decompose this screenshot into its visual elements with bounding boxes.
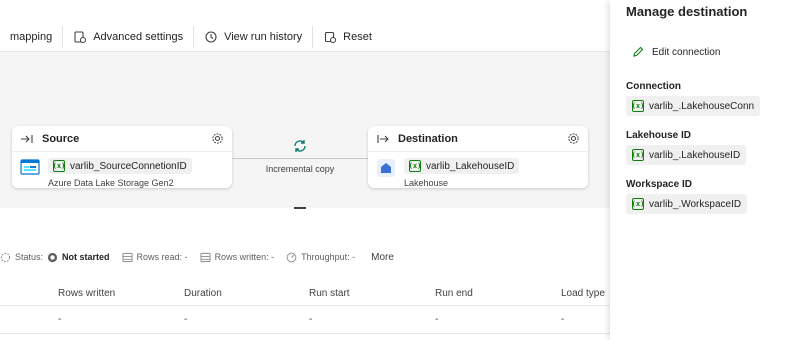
status-value: Not started [62,252,110,262]
workspace-id-value: varlib_.WorkspaceID [649,198,742,210]
variable-icon: (x) [631,100,645,112]
destination-variable-chip[interactable]: (x) varlib_LakehouseID [404,158,520,174]
view-run-history-button[interactable]: View run history [194,22,312,52]
not-started-icon [47,252,58,262]
destination-card-body: (x) varlib_LakehouseID Lakehouse [368,152,588,194]
reset-label: Reset [343,30,372,43]
workspace-id-field[interactable]: (x) varlib_.WorkspaceID [626,194,748,214]
destination-card[interactable]: Destination (x) varlib_LakehouseID Lakeh… [368,126,588,188]
view-run-history-label: View run history [224,30,303,43]
destination-title: Destination [398,132,458,145]
pencil-icon [633,46,644,57]
settings-sliders-icon [74,30,87,43]
copy-connector-line [232,158,368,159]
variable-icon: (x) [631,149,645,161]
panel-title: Manage destination [626,4,748,19]
destination-arrow-icon [377,134,389,143]
source-arrow-icon [21,134,33,143]
lakehouse-id-value: varlib_.LakehouseID [649,149,741,161]
rows-written-label: Rows written: - [214,252,275,262]
column-header[interactable]: Load type [561,288,605,299]
rows-read-label: Rows read: - [136,252,188,262]
lakehouse-icon [377,159,395,177]
column-header[interactable]: Run start [309,288,350,299]
connection-field[interactable]: (x) varlib_.LakehouseConn [626,96,761,116]
rows-read-item: Rows read: - [121,252,194,263]
throughput-label: Throughput: - [301,252,356,262]
table-icon [121,252,133,262]
table-cell: - [58,314,62,325]
source-card-header: Source [12,126,232,152]
table-icon [200,252,211,262]
destination-variable-label: varlib_LakehouseID [426,160,515,172]
source-details: (x) varlib_SourceConnetionID Azure Data … [48,158,192,188]
edit-connection-label: Edit connection [652,46,721,58]
column-header[interactable]: Rows written [58,288,115,299]
rows-written-item: Rows written: - [200,252,281,263]
reset-icon [325,31,337,43]
table-cell: - [435,314,439,325]
advanced-settings-button[interactable]: Advanced settings [63,22,193,52]
edit-connection-button[interactable]: Edit connection [632,46,720,58]
source-card[interactable]: Source (x) varlib_SourceConnetionID Azur… [12,126,232,188]
column-header[interactable]: Run end [435,288,473,299]
source-card-body: (x) varlib_SourceConnetionID Azure Data … [12,152,232,194]
mapping-label: mapping [10,30,53,43]
source-type-label: Azure Data Lake Storage Gen2 [48,178,174,188]
status-ring-icon [0,252,11,262]
gear-icon[interactable] [567,132,580,145]
source-variable-label: varlib_SourceConnetionID [70,160,187,172]
mapping-tab[interactable]: mapping [0,22,62,52]
destination-details: (x) varlib_LakehouseID Lakehouse [404,158,520,188]
table-row: - - - - - [0,306,610,334]
destination-card-header: Destination [368,126,588,152]
connection-label: Connection [626,81,681,92]
gauge-icon [286,252,297,262]
advanced-settings-label: Advanced settings [93,30,184,43]
column-header[interactable]: Duration [184,288,222,299]
table-cell: - [184,314,188,325]
table-cell: - [561,314,565,325]
variable-icon: (x) [631,198,645,210]
variable-icon: (x) [52,160,66,172]
copy-mode-label: Incremental copy [265,164,335,174]
run-table-header: Rows written Duration Run start Run end … [0,280,610,306]
history-icon [205,30,217,43]
workspace-id-label: Workspace ID [626,179,692,190]
destination-type-label: Lakehouse [404,178,449,188]
source-variable-chip[interactable]: (x) varlib_SourceConnetionID [48,158,192,174]
gear-icon[interactable] [211,132,224,145]
table-cell: - [309,314,313,325]
panel-resize-handle[interactable] [294,207,306,209]
lakehouse-id-label: Lakehouse ID [626,130,692,141]
toolbar: mapping Advanced settings View run histo… [0,22,610,52]
pipeline-editor: mapping Advanced settings View run histo… [0,0,610,340]
source-title: Source [42,132,80,145]
lakehouse-id-field[interactable]: (x) varlib_.LakehouseID [626,145,747,165]
adls-storage-icon [20,159,40,175]
manage-destination-panel: Manage destination Edit connection Conne… [610,0,800,340]
connection-value: varlib_.LakehouseConn [649,100,755,112]
sync-icon[interactable] [292,138,308,154]
more-button[interactable]: More [371,252,394,263]
status-item: Status: Not started [0,252,116,263]
reset-button[interactable]: Reset [313,22,382,52]
pipeline-canvas[interactable]: Source (x) varlib_SourceConnetionID Azur… [0,52,610,208]
run-status-bar: Status: Not started Rows read: - Rows wr… [0,244,610,270]
throughput-item: Throughput: - [286,252,361,263]
variable-icon: (x) [408,160,422,172]
status-label: Status: [15,252,44,262]
